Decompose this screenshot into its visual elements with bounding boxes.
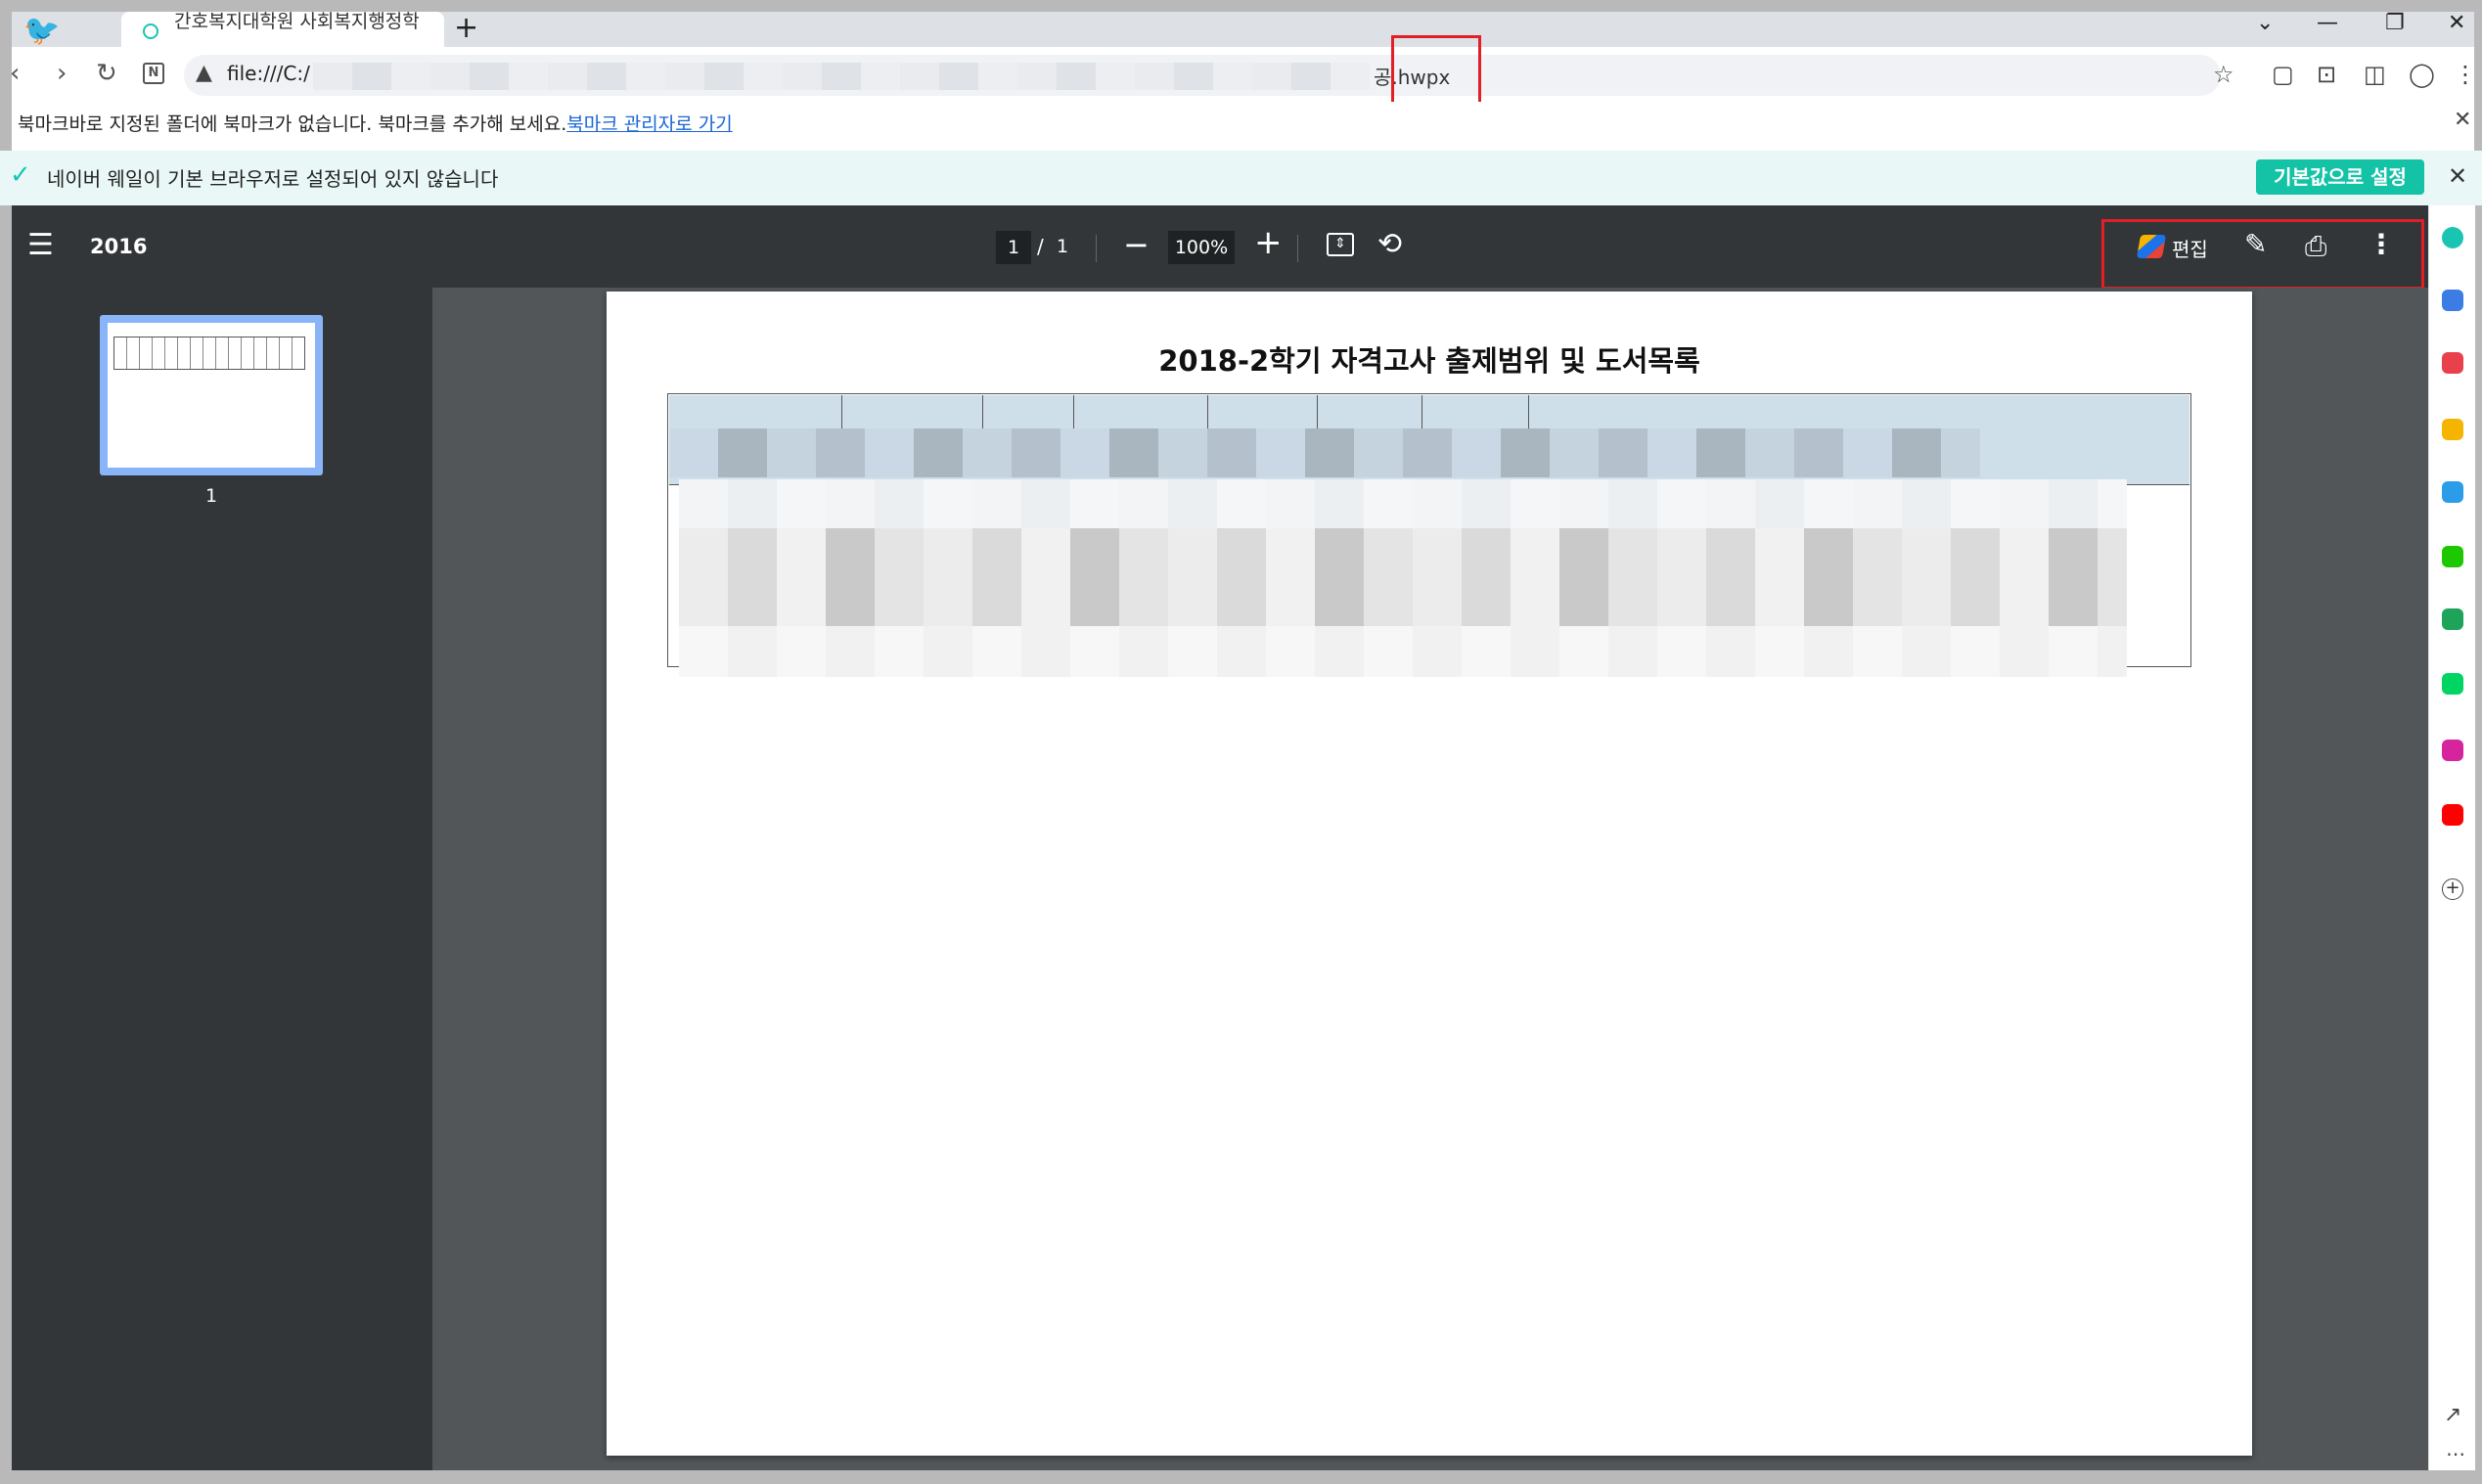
browser-menu-icon[interactable]: ⋮: [2454, 59, 2477, 90]
warning-icon[interactable]: ▲: [196, 61, 212, 85]
toolbar-divider: [1297, 235, 1298, 262]
star-icon[interactable]: [2442, 419, 2463, 440]
youtube-icon[interactable]: [2442, 804, 2463, 826]
split-view-icon[interactable]: ◫: [2364, 59, 2386, 90]
capture-icon[interactable]: ▢: [2272, 59, 2294, 90]
external-link-icon[interactable]: ↗: [2444, 1403, 2461, 1427]
bookmark-empty-text: 북마크바로 지정된 폴더에 북마크가 없습니다. 북마크를 추가해 보세요.: [18, 113, 567, 135]
page-total: 1: [1057, 236, 1069, 257]
tab-title[interactable]: 간호복지대학원 사회복지행정학: [174, 10, 429, 33]
pencil-icon[interactable]: ✎: [2244, 227, 2267, 262]
naver-icon[interactable]: [2442, 546, 2463, 567]
zoom-out-button[interactable]: −: [1123, 227, 1150, 262]
table-header-divider: [1317, 395, 1318, 428]
table-header-divider: [1073, 395, 1074, 428]
window-frame-bottom: [0, 1470, 2482, 1484]
thumbnail-page-number: 1: [204, 485, 218, 507]
n-icon[interactable]: N: [143, 63, 164, 84]
toolbar-divider: [1096, 235, 1097, 262]
url-prefix[interactable]: file:///C:/: [227, 62, 310, 85]
redacted-table-row: [679, 626, 2127, 677]
page-number-input[interactable]: 1: [996, 231, 1031, 264]
table-header-divider: [1528, 395, 1529, 428]
whale-logo-icon: 🐦: [23, 14, 61, 48]
new-tab-button[interactable]: +: [454, 14, 478, 43]
calendar-icon[interactable]: [2442, 290, 2463, 311]
table-header-divider: [841, 395, 842, 428]
document-title: 2018-2학기 자격고사 출제범위 및 도서목록: [1158, 344, 1700, 378]
forward-button[interactable]: ›: [57, 57, 67, 90]
more-options-icon[interactable]: ⋮: [2368, 227, 2395, 262]
page-separator: /: [1037, 235, 1044, 258]
redacted-table-row: [679, 528, 2127, 626]
fit-to-page-icon[interactable]: ⇕: [1327, 233, 1354, 256]
minimize-button[interactable]: —: [2317, 10, 2338, 37]
bookmark-bar-message: 북마크바로 지정된 폴더에 북마크가 없습니다. 북마크를 추가해 보세요.북마…: [18, 110, 733, 136]
infobar-close-icon[interactable]: ✕: [2448, 162, 2467, 190]
window-frame-left: [0, 0, 12, 1484]
bookmark-bar-close-icon[interactable]: ✕: [2454, 108, 2471, 132]
set-default-button[interactable]: 기본값으로 설정: [2256, 159, 2424, 195]
rotate-icon[interactable]: ⟲: [1377, 227, 1402, 262]
tab-favicon-icon: [143, 23, 158, 39]
reload-button[interactable]: ↻: [96, 57, 117, 90]
zoom-level-input[interactable]: 100%: [1168, 231, 1235, 264]
redacted-table-row: [679, 479, 2127, 528]
url-highlight-box: [1391, 35, 1481, 108]
whale-check-icon: ✓: [10, 160, 31, 190]
back-button[interactable]: ‹: [10, 57, 20, 90]
table-header-divider: [1207, 395, 1208, 428]
restore-button[interactable]: ❐: [2385, 10, 2405, 37]
favorite-star-icon[interactable]: ☆: [2213, 59, 2234, 90]
webtoon-icon[interactable]: [2442, 673, 2463, 695]
sidebar-menu-icon[interactable]: ☰: [27, 229, 54, 262]
tab-list-chevron-icon[interactable]: ⌄: [2256, 10, 2274, 37]
app-sidebar: [2428, 205, 2475, 1470]
document-name: 2016: [90, 235, 148, 258]
table-header-divider: [982, 395, 983, 428]
sidebar-more-icon[interactable]: ⋯: [2446, 1442, 2465, 1465]
edit-button[interactable]: 편집: [2172, 234, 2208, 262]
whale-icon[interactable]: [2442, 227, 2463, 248]
profile-icon[interactable]: ◯: [2409, 59, 2435, 90]
bookmark-manager-link[interactable]: 북마크 관리자로 가기: [566, 113, 732, 135]
edge-icon[interactable]: [2442, 481, 2463, 503]
add-app-icon[interactable]: +: [2442, 878, 2463, 900]
url-redacted: [313, 63, 1370, 90]
stock-icon[interactable]: [2442, 608, 2463, 630]
redacted-header-cells: [669, 428, 1980, 477]
infobar-message: 네이버 웨일이 기본 브라우저로 설정되어 있지 않습니다: [47, 167, 499, 191]
pocket-icon[interactable]: [2442, 352, 2463, 374]
zoom-in-button[interactable]: +: [1254, 225, 1283, 260]
instagram-icon[interactable]: [2442, 740, 2463, 761]
window-frame-right: [2474, 0, 2482, 1484]
close-window-button[interactable]: ✕: [2448, 10, 2465, 37]
hancom-edit-logo-icon[interactable]: [2136, 235, 2167, 258]
screenshot-icon[interactable]: ⊡: [2317, 59, 2336, 90]
thumbnail-table-preview: [113, 337, 305, 370]
print-icon[interactable]: ⎙: [2305, 229, 2326, 264]
